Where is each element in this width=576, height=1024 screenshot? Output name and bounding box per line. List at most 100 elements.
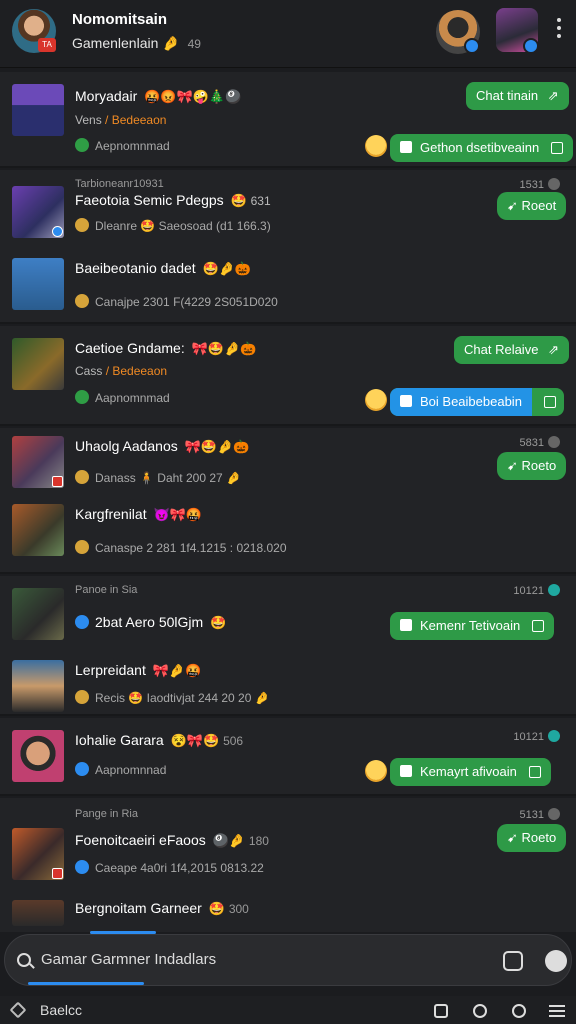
card-time: 1531 (520, 178, 560, 191)
chat-name: Caetioe Gndame: 🎀🤩🤌🎃 (75, 340, 256, 357)
chat-sub-b: / Bedeeaon (105, 113, 167, 127)
chat-thumb (12, 730, 64, 782)
chat-card[interactable]: Tarbioneanr10931 1531 Faeotoia Semic Pde… (0, 170, 576, 324)
chat-thumb (12, 338, 64, 390)
chat-card[interactable]: Caetioe Gndame: 🎀🤩🤌🎃 Cass / Bedeeaon Aap… (0, 326, 576, 426)
time-text: 5131 (519, 809, 544, 821)
chat-name-text: Bergnoitam Garneer (75, 900, 202, 916)
join-button[interactable]: Boi Beaibebeabin (390, 388, 564, 416)
join-button[interactable]: Gethon dsetibveainn (390, 134, 574, 162)
card-headline: Pange in Ria (75, 808, 138, 820)
sparkle-icon: ➹ (507, 458, 518, 473)
menu-icon[interactable] (549, 1005, 565, 1017)
chat-name-text: Kargfrenilat (75, 506, 147, 522)
chat-thumb (12, 258, 64, 310)
chat-meta: Recis 🤩 Iaodtivjat 244 20 20 🤌 (75, 690, 270, 705)
mic-icon[interactable] (545, 950, 567, 972)
check-box-icon (532, 620, 545, 632)
chat-count: 631 (250, 194, 271, 208)
emoji-icon (75, 690, 89, 704)
bottom-label[interactable]: Baelcc (40, 1002, 82, 1018)
sticker-icon[interactable] (503, 951, 523, 971)
card-time: 5831 (520, 436, 560, 449)
chat-card[interactable]: Moryadair 🤬😡🎀🤪🎄🎱 Vens / Bedeeaon Aepnomn… (0, 72, 576, 168)
emoji-row: 🎀🤩🤌🎃 (184, 439, 250, 454)
emoji-icon (75, 294, 89, 308)
chat-name-text: Uhaolg Aadanos (75, 438, 178, 454)
time-text: 10121 (513, 731, 544, 743)
chat-sub: Vens / Bedeeaon (75, 113, 166, 127)
smile-icon[interactable] (365, 760, 387, 782)
btn-label: Roeto (521, 830, 557, 845)
chat-thumb (12, 436, 64, 488)
chat-thumb (12, 588, 64, 640)
chat-meta: Danass 🧍 Daht 200 27 🤌 (75, 470, 241, 485)
status-dot-icon (548, 808, 560, 820)
my-avatar-badge: TA (38, 38, 56, 52)
thumb-badge (52, 476, 63, 487)
search-bar[interactable]: Gamar Garmner Indadlars (4, 934, 572, 986)
smile-icon[interactable] (365, 389, 387, 411)
chat-name-extra: Semic Pdegps (133, 192, 224, 208)
chat-name: Kargfrenilat 😈🎀🤬 (75, 506, 202, 523)
emoji-icon (75, 470, 89, 484)
chat-card[interactable]: 5831 Uhaolg Aadanos 🎀🤩🤌🎃 Danass 🧍 Daht 2… (0, 428, 576, 574)
chat-card[interactable]: Panoe in Sia 10121 2bat Aero 50lGjm 🤩 Ke… (0, 576, 576, 716)
card-time: 5131 (520, 808, 560, 821)
chat-action-button[interactable]: Chat Relaive ⇗ (454, 336, 569, 364)
emoji-row: 🤩🤌🎃 (202, 261, 252, 276)
time-text: 5831 (519, 437, 544, 449)
thumb-badge (52, 868, 63, 879)
thumb-badge (52, 226, 63, 237)
globe-icon (75, 762, 89, 776)
emoji-icon[interactable] (512, 1004, 526, 1018)
chat-thumb (12, 828, 64, 880)
chat-name-text: Faeotoia (75, 192, 130, 208)
home-icon (400, 141, 412, 153)
btn-label: Chat tinain (476, 88, 539, 103)
btn-label: Chat Relaive (464, 342, 539, 357)
roost-button[interactable]: ➹ Roeto (497, 452, 567, 480)
home-icon (400, 395, 412, 407)
check-box-icon (528, 766, 541, 778)
chat-card[interactable]: Pange in Ria 5131 Foenoitcaeiri eFaoos 🎱… (0, 798, 576, 932)
check-box-icon (543, 396, 556, 408)
tag-icon[interactable] (9, 1001, 27, 1019)
chat-action-button[interactable]: Chat tinain ⇗ (466, 82, 569, 110)
time-text: 1531 (519, 179, 544, 191)
chat-count: 300 (228, 902, 249, 916)
chat-meta-text: Recis 🤩 Iaodtivjat 244 20 20 🤌 (95, 691, 270, 705)
emoji-row: 🎀🤌🤬 (152, 663, 202, 678)
check-box-icon (551, 142, 564, 154)
emoji-row: 🤩 (230, 193, 247, 208)
chat-name-text: Baeibeotanio dadet (75, 260, 196, 276)
app-subtitle: Gamenlenlain 🤌 49 (72, 35, 201, 52)
chat-name-text: Caetioe Gndame: (75, 340, 185, 356)
roost-button[interactable]: ➹ Roeot (497, 192, 567, 220)
roost-button[interactable]: ➹ Roeto (497, 824, 567, 852)
time-text: 10121 (513, 585, 544, 597)
chat-name-text: Lerpreidant (75, 662, 146, 678)
chat-meta: Canaspe 2 281 1f4.1215 : 0218.020 (75, 540, 287, 555)
sparkle-icon: ➹ (507, 830, 518, 845)
bag-icon[interactable] (473, 1004, 487, 1018)
chat-sub-b: / Bedeeaon (105, 364, 168, 378)
app-title: Nomomitsain (72, 11, 168, 28)
search-icon (17, 953, 31, 967)
chat-thumb (12, 900, 64, 926)
inbox-icon[interactable] (434, 1004, 448, 1018)
friend-1-status-dot (464, 38, 480, 54)
chat-thumb (12, 504, 64, 556)
smile-icon[interactable] (365, 135, 387, 157)
chat-name-text: 2bat Aero 50lGjm (95, 614, 204, 630)
join-button[interactable]: Kemayrt afivoain (390, 758, 551, 786)
more-options-icon[interactable] (557, 18, 561, 42)
join-button[interactable]: Kemenr Tetivoain (390, 612, 555, 640)
home-icon (400, 619, 412, 631)
chat-meta-text: Caeape 4a0ri 1f4,2015 0813.22 (95, 861, 264, 875)
chat-name: Baeibeotanio dadet 🤩🤌🎃 (75, 260, 251, 277)
emoji-row: 🤩 (208, 901, 225, 916)
btn-label: Gethon dsetibveainn (420, 140, 540, 155)
chat-card[interactable]: 10121 Iohalie Garara 😵🎀🤩 506 Aapnomnnad … (0, 718, 576, 796)
search-input[interactable]: Gamar Garmner Indadlars (41, 951, 216, 968)
